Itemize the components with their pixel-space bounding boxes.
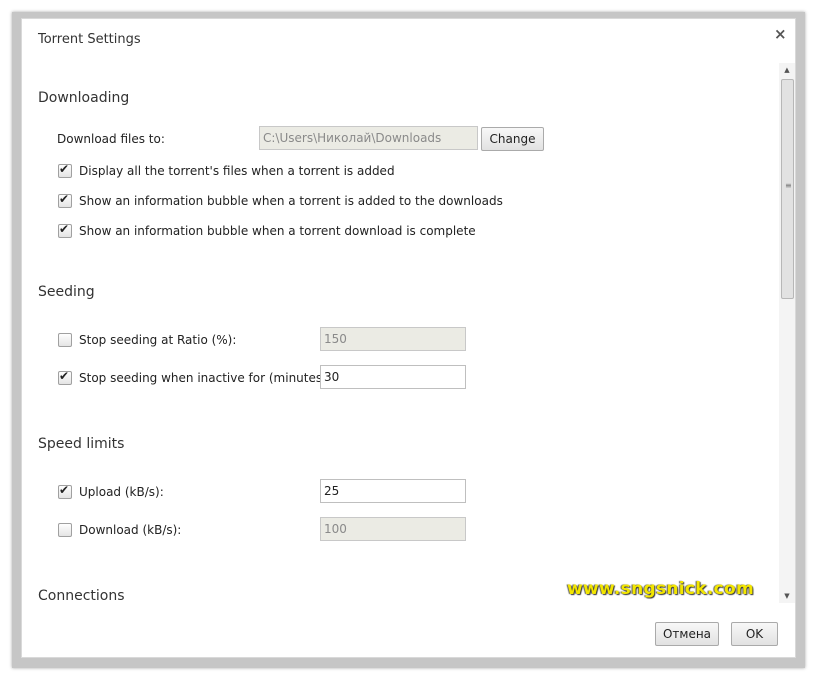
ratio-checkbox[interactable] [58, 333, 72, 347]
option-upload-limit[interactable]: ✔ Upload (kB/s): [58, 483, 164, 500]
download-limit-label: Download (kB/s): [79, 523, 182, 537]
settings-content: Downloading Download files to: C:\Users\… [22, 79, 777, 601]
bubble-complete-label: Show an information bubble when a torren… [79, 224, 476, 238]
scrollbar-thumb[interactable]: ≡ [781, 79, 794, 299]
option-bubble-added[interactable]: ✔ Show an information bubble when a torr… [58, 192, 503, 209]
upload-limit-input[interactable]: 25 [320, 479, 466, 503]
checkmark-icon: ✔ [59, 222, 70, 236]
torrent-settings-dialog: Torrent Settings × Downloading Download … [21, 18, 796, 658]
option-inactive[interactable]: ✔ Stop seeding when inactive for (minute… [58, 369, 331, 386]
scroll-up-icon[interactable]: ▲ [779, 63, 795, 77]
option-bubble-complete[interactable]: ✔ Show an information bubble when a torr… [58, 222, 476, 239]
ratio-input: 150 [320, 327, 466, 351]
option-ratio[interactable]: Stop seeding at Ratio (%): [58, 332, 236, 348]
close-icon[interactable]: × [774, 26, 787, 42]
inactive-checkbox[interactable]: ✔ [58, 369, 72, 385]
checkmark-icon: ✔ [59, 369, 70, 383]
download-limit-input: 100 [320, 517, 466, 541]
download-to-label: Download files to: [57, 132, 165, 146]
watermark: www.sngsnick.com [567, 579, 755, 599]
dialog-title: Torrent Settings [38, 32, 141, 47]
bubble-added-label: Show an information bubble when a torren… [79, 194, 503, 208]
option-download-limit[interactable]: Download (kB/s): [58, 522, 181, 538]
inactive-minutes-input[interactable]: 30 [320, 365, 466, 389]
checkmark-icon: ✔ [59, 483, 70, 497]
checkmark-icon: ✔ [59, 162, 70, 176]
ratio-label: Stop seeding at Ratio (%): [79, 333, 237, 347]
section-connections-heading: Connections [38, 588, 125, 601]
bubble-complete-checkbox[interactable]: ✔ [58, 222, 72, 238]
vertical-scrollbar[interactable]: ▲ ≡ ▼ [779, 63, 795, 603]
inactive-label: Stop seeding when inactive for (minutes)… [79, 371, 331, 385]
grip-icon: ≡ [785, 181, 792, 190]
upload-limit-label: Upload (kB/s): [79, 485, 164, 499]
bubble-added-checkbox[interactable]: ✔ [58, 192, 72, 208]
display-files-label: Display all the torrent's files when a t… [79, 164, 395, 178]
checkmark-icon: ✔ [59, 192, 70, 206]
download-limit-checkbox[interactable] [58, 523, 72, 537]
change-button[interactable]: Change [481, 127, 544, 151]
section-seeding-heading: Seeding [38, 284, 95, 300]
option-display-files[interactable]: ✔ Display all the torrent's files when a… [58, 162, 395, 179]
display-files-checkbox[interactable]: ✔ [58, 162, 72, 178]
section-downloading-heading: Downloading [38, 90, 130, 106]
section-speed-limits-heading: Speed limits [38, 436, 125, 452]
scroll-down-icon[interactable]: ▼ [779, 589, 795, 603]
ok-button[interactable]: OK [731, 622, 778, 646]
upload-limit-checkbox[interactable]: ✔ [58, 483, 72, 499]
cancel-button[interactable]: Отмена [655, 622, 719, 646]
download-path-field: C:\Users\Николай\Downloads [259, 126, 478, 150]
